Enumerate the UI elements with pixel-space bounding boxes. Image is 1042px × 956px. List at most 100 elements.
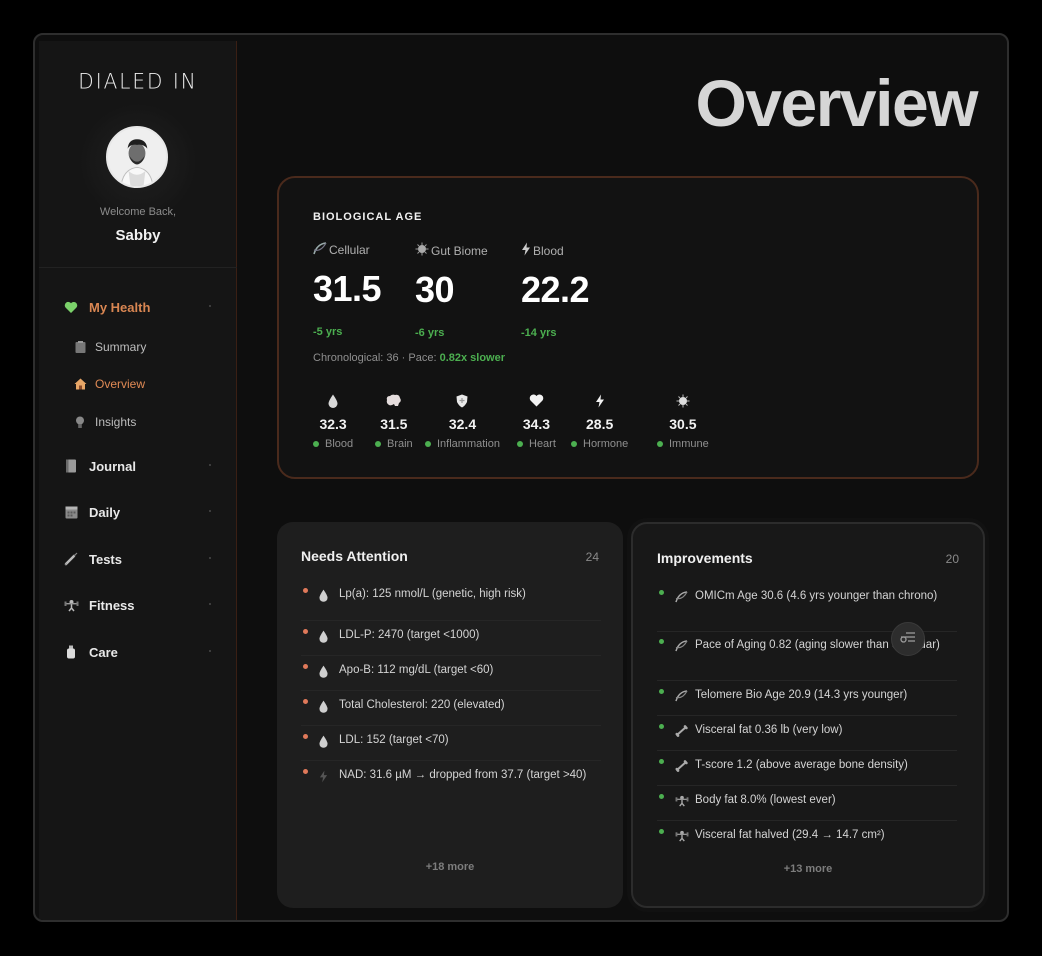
- status-dot: [659, 590, 664, 595]
- heart-icon: [517, 394, 556, 412]
- list-item[interactable]: T-score 1.2 (above average bone density): [657, 751, 957, 786]
- floating-settings-button[interactable]: [891, 622, 925, 656]
- list-item[interactable]: Body fat 8.0% (lowest ever): [657, 786, 957, 821]
- chronological-age-text: Chronological: 36 · Pace: 0.82x slower: [313, 352, 505, 364]
- system-value: 32.3: [319, 416, 347, 432]
- chevron-dot-icon: [209, 464, 211, 466]
- chevron-dot-icon: [209, 650, 211, 652]
- list-item-text: Apo-B: 112 mg/dL (target <60): [339, 664, 494, 676]
- status-dot: [659, 829, 664, 834]
- system-heart: 34.3 Heart: [517, 394, 556, 450]
- status-dot: [659, 689, 664, 694]
- show-more-link[interactable]: +13 more: [633, 863, 983, 875]
- sidebar-item-care[interactable]: Care: [39, 640, 237, 664]
- system-value: 31.5: [380, 416, 408, 432]
- list-item-text: Total Cholesterol: 220 (elevated): [339, 699, 505, 711]
- list-item-text: Lp(a): 125 nmol/L (genetic, high risk): [339, 588, 526, 600]
- sidebar-item-label: Fitness: [89, 597, 135, 613]
- sidebar-item-insights[interactable]: Insights: [39, 411, 237, 433]
- list-item[interactable]: LDL-P: 2470 (target <1000): [301, 621, 601, 656]
- sidebar-item-my-health[interactable]: My Health: [39, 295, 237, 319]
- chevron-dot-icon: [209, 510, 211, 512]
- system-label: Immune: [669, 438, 709, 450]
- calendar-icon: [63, 504, 79, 520]
- sidebar-item-fitness[interactable]: Fitness: [39, 593, 237, 617]
- sidebar: DIALED IN Welcome Back, Sabby My Health: [39, 41, 237, 920]
- sidebar-item-journal[interactable]: Journal: [39, 454, 237, 478]
- system-value: 28.5: [586, 416, 614, 432]
- bolt-icon: [571, 394, 628, 412]
- metric-label: Blood: [533, 243, 564, 258]
- list-item[interactable]: Visceral fat halved (29.4 → 14.7 cm²): [657, 821, 957, 843]
- biological-age-card: BIOLOGICAL AGE Cellular 31.5 -5 yrs Gut …: [277, 176, 979, 479]
- dna-icon: [675, 690, 688, 706]
- sidebar-item-tests[interactable]: Tests: [39, 547, 237, 571]
- system-immune: 30.5 Immune: [657, 394, 709, 450]
- needs-attention-panel: Needs Attention 24 Lp(a): 125 nmol/L (ge…: [277, 522, 623, 908]
- status-dot: [517, 441, 523, 447]
- panel-count: 20: [945, 552, 959, 566]
- sidebar-item-daily[interactable]: Daily: [39, 500, 237, 524]
- system-value: 32.4: [448, 416, 477, 432]
- metric-cellular: Cellular 31.5 -5 yrs: [313, 242, 382, 338]
- metric-delta: -6 yrs: [415, 327, 445, 339]
- status-dot: [375, 441, 381, 447]
- shield-icon: [425, 394, 500, 412]
- list-item[interactable]: Total Cholesterol: 220 (elevated): [301, 691, 601, 726]
- list-item[interactable]: Telomere Bio Age 20.9 (14.3 yrs younger): [657, 681, 957, 716]
- sidebar-item-label: Overview: [95, 377, 146, 391]
- sidebar-item-label: Summary: [95, 340, 147, 354]
- chrono-prefix: Chronological: 36 · Pace:: [313, 352, 440, 364]
- list-item-text: OMICm Age 30.6 (4.6 yrs younger than chr…: [695, 590, 938, 602]
- system-label: Brain: [387, 438, 413, 450]
- show-more-link[interactable]: +18 more: [277, 861, 623, 873]
- sidebar-item-label: Daily: [89, 504, 121, 520]
- system-inflammation: 32.4 Inflammation: [425, 394, 500, 450]
- status-dot: [303, 629, 308, 634]
- metric-value: 31.5: [313, 268, 382, 309]
- avatar[interactable]: [106, 126, 168, 188]
- sliders-icon: [900, 630, 916, 648]
- system-value: 34.3: [522, 416, 551, 432]
- sidebar-item-summary[interactable]: Summary: [39, 336, 237, 358]
- panel-count: 24: [585, 550, 599, 564]
- green-heart-icon: [63, 299, 79, 315]
- panel-title: Needs Attention: [301, 548, 408, 564]
- status-dot: [303, 769, 308, 774]
- welcome-text: Welcome Back,: [99, 206, 177, 218]
- pace-value: 0.82x slower: [439, 352, 506, 364]
- dna-icon: [675, 640, 688, 656]
- improvements-panel: Improvements 20 OMICm Age 30.6 (4.6 yrs …: [631, 522, 985, 908]
- biological-age-heading: BIOLOGICAL AGE: [313, 211, 423, 223]
- system-blood: 32.3 Blood: [313, 394, 353, 450]
- list-item[interactable]: NAD: 31.6 µM → dropped from 37.7 (target…: [301, 761, 601, 783]
- brain-icon: [375, 394, 413, 412]
- sidebar-item-overview[interactable]: Overview: [39, 373, 237, 395]
- bone-icon: [675, 725, 688, 741]
- status-dot: [659, 724, 664, 729]
- list-item-text: Visceral fat halved (29.4 → 14.7 cm²): [695, 829, 885, 841]
- list-item[interactable]: Visceral fat 0.36 lb (very low): [657, 716, 957, 751]
- home-icon: [73, 377, 87, 391]
- attention-list: Lp(a): 125 nmol/L (genetic, high risk) L…: [301, 586, 601, 783]
- list-item-text: T-score 1.2 (above average bone density): [695, 759, 908, 771]
- dumbbell-icon: [63, 597, 79, 613]
- list-item[interactable]: Apo-B: 112 mg/dL (target <60): [301, 656, 601, 691]
- status-dot: [303, 699, 308, 704]
- drop-icon: [319, 589, 328, 606]
- sidebar-divider: [39, 267, 237, 268]
- list-item-text: Telomere Bio Age 20.9 (14.3 yrs younger): [695, 689, 908, 701]
- system-brain: 31.5 Brain: [375, 394, 413, 450]
- brand-logo: DIALED IN: [78, 68, 198, 94]
- status-dot: [303, 734, 308, 739]
- list-item[interactable]: Lp(a): 125 nmol/L (genetic, high risk): [301, 586, 601, 621]
- page-title: Overview: [695, 66, 978, 140]
- app-window: DIALED IN Welcome Back, Sabby My Health: [33, 33, 1009, 922]
- notebook-icon: [63, 458, 79, 474]
- microbe-icon: [657, 394, 709, 412]
- chevron-dot-icon: [209, 603, 211, 605]
- sidebar-item-label: Care: [89, 644, 118, 660]
- metric-delta: -5 yrs: [313, 326, 343, 338]
- bottle-icon: [63, 644, 79, 660]
- list-item[interactable]: LDL: 152 (target <70): [301, 726, 601, 761]
